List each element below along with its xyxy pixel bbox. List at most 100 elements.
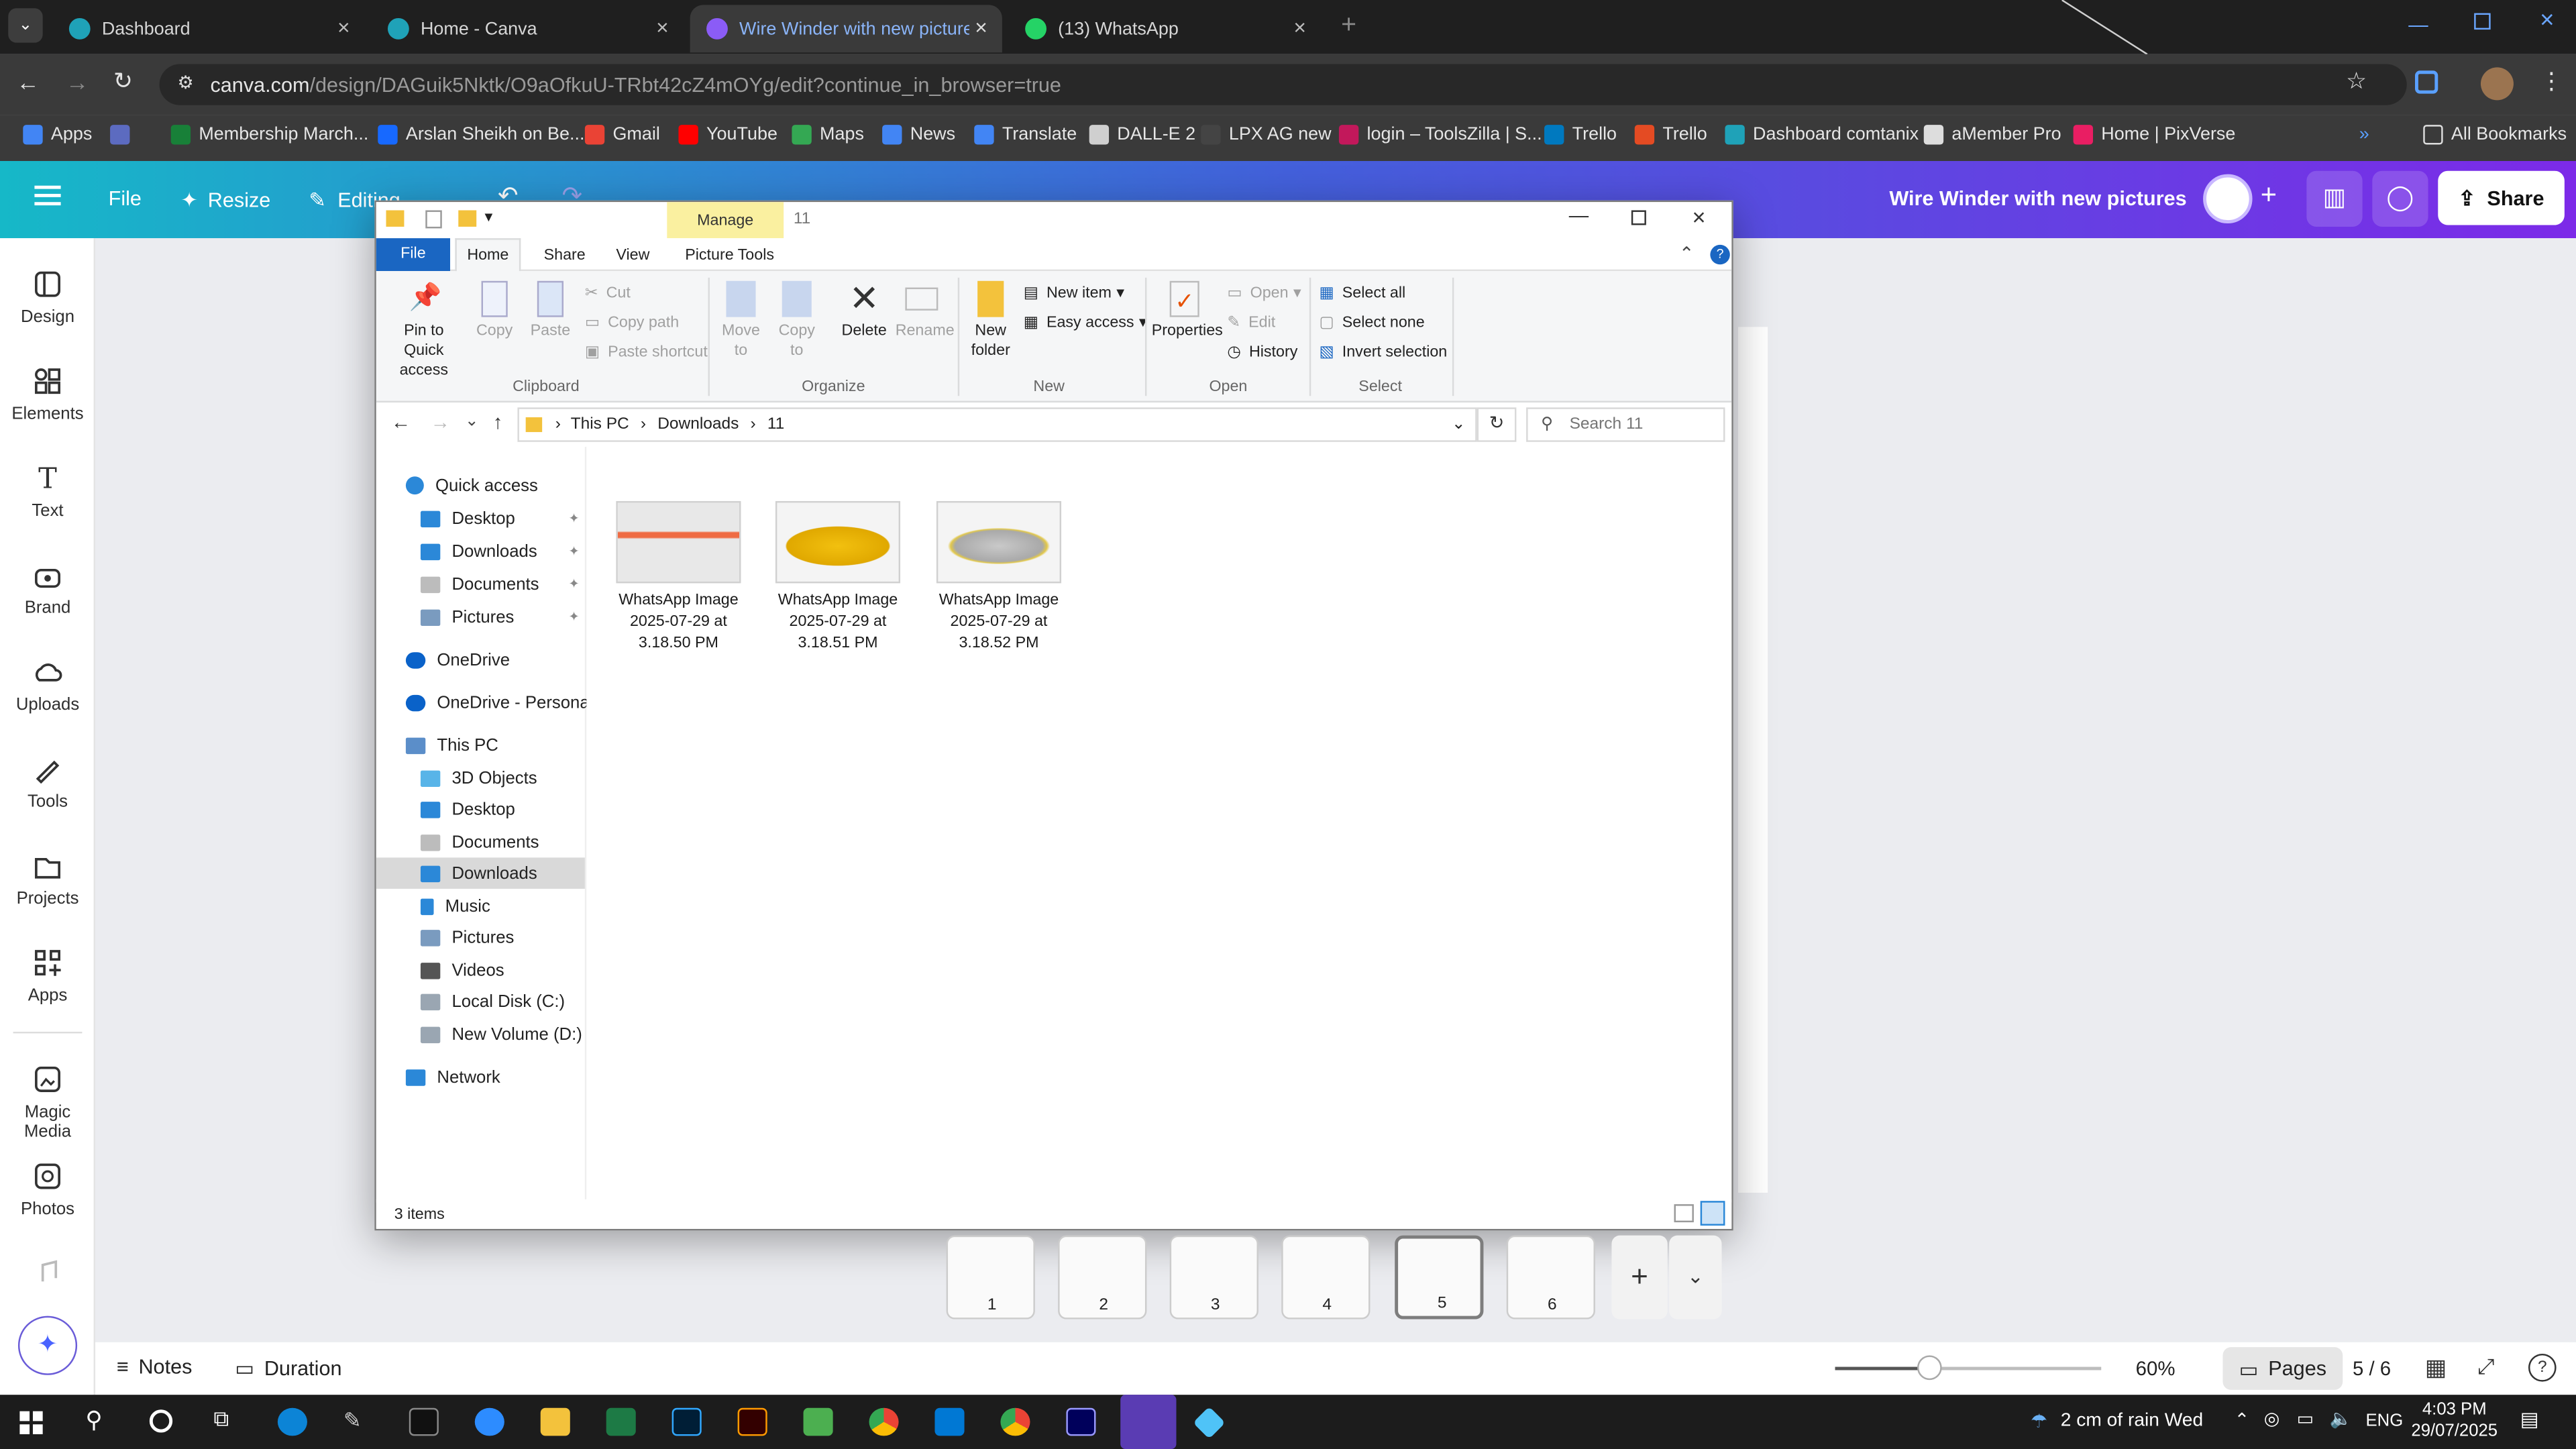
all-bookmarks[interactable]: All Bookmarks [2423, 125, 2567, 145]
pin-quick-access-button[interactable]: 📌 Pin to Quick access [383, 281, 465, 381]
show-hidden-icons[interactable]: ⌃ [2235, 1409, 2250, 1431]
bookmark-pixverse[interactable]: Home | PixVerse [2073, 125, 2235, 145]
bookmark-lpx[interactable]: LPX AG new [1201, 125, 1332, 145]
sidebar-item-text[interactable]: T Text [0, 464, 95, 521]
edit-button[interactable]: ✎ Edit [1227, 314, 1275, 332]
add-collaborator-icon[interactable]: + [2261, 179, 2277, 212]
duration-button[interactable]: ▭ Duration [235, 1355, 341, 1381]
extensions-icon[interactable] [2415, 70, 2438, 94]
share-button[interactable]: ⇪ Share [2438, 170, 2565, 225]
nav-pictures[interactable]: Pictures [420, 922, 514, 953]
restore-window-icon[interactable] [2474, 13, 2491, 30]
sidebar-item-brand[interactable]: Brand [0, 560, 95, 618]
breadcrumb[interactable]: › This PC › Downloads › 11 ⌄ [517, 407, 1477, 442]
pen-app-icon[interactable]: ✎ [343, 1408, 373, 1436]
invert-selection-button[interactable]: ▧ Invert selection [1320, 343, 1448, 362]
premiere-icon[interactable] [1066, 1407, 1096, 1436]
address-dropdown-icon[interactable]: ⌄ [1452, 416, 1466, 434]
copy-to-button[interactable]: Copy to [773, 280, 820, 362]
up-arrow-icon[interactable]: ↑ [493, 411, 503, 433]
reload-icon[interactable]: ↻ [113, 67, 133, 95]
nav-local-disk-c[interactable]: Local Disk (C:) [420, 985, 565, 1017]
new-folder-button[interactable]: New folder [967, 280, 1014, 362]
close-tab-icon[interactable]: × [656, 15, 669, 40]
insights-avatar[interactable] [2203, 174, 2253, 224]
forward-icon[interactable]: → [66, 69, 89, 95]
page-thumb-1[interactable]: 1 [946, 1235, 1035, 1320]
edge-icon[interactable] [277, 1407, 307, 1436]
blue-app-icon[interactable] [1193, 1406, 1226, 1440]
recent-locations-icon[interactable]: ⌄ [465, 413, 479, 431]
close-tab-icon[interactable]: × [1293, 15, 1306, 40]
copy-button[interactable]: Copy [472, 280, 518, 340]
page-thumb-4[interactable]: 4 [1281, 1235, 1371, 1320]
delete-button[interactable]: ✕ Delete [837, 280, 892, 340]
zoom-app-icon[interactable] [474, 1407, 504, 1436]
resize-button[interactable]: ✦ Resize [180, 187, 270, 212]
address-bar[interactable]: ⚙ canva.com/design/DAGuik5Nktk/O9aOfkuU-… [159, 64, 2407, 105]
copy-path-button[interactable]: ▭ Copy path [585, 314, 679, 332]
easy-access-button[interactable]: ▦ Easy access ▾ [1024, 314, 1147, 332]
file-explorer-taskbar-icon[interactable] [540, 1407, 570, 1436]
search-input[interactable] [1569, 415, 1701, 434]
select-none-button[interactable]: ▢ Select none [1320, 314, 1425, 332]
tab-view[interactable]: View [616, 246, 649, 264]
zoom-slider-track[interactable] [1835, 1366, 2102, 1371]
minimize-icon[interactable]: — [1569, 204, 1589, 227]
sidebar-item-photos[interactable]: Photos [0, 1161, 95, 1219]
teams-icon[interactable] [1120, 1395, 1177, 1449]
breadcrumb-11[interactable]: 11 [767, 416, 784, 434]
bookmark-comtanix[interactable]: Dashboard comtanix [1725, 125, 1919, 145]
bookmark-youtube[interactable]: YouTube [678, 125, 777, 145]
network-status-icon[interactable]: ▭ [2297, 1408, 2314, 1429]
close-tab-icon[interactable]: × [975, 15, 987, 40]
properties-quick-icon[interactable] [425, 210, 442, 229]
minimize-window-icon[interactable]: — [2408, 13, 2428, 36]
breadcrumb-this-pc[interactable]: This PC [571, 416, 629, 434]
bookmark-gmail[interactable]: Gmail [584, 125, 660, 145]
open-button[interactable]: ▭ Open ▾ [1227, 284, 1301, 303]
bookmark-star-icon[interactable]: ☆ [2346, 67, 2367, 95]
nav-music[interactable]: Music [420, 890, 490, 922]
file-item[interactable]: WhatsApp Image 2025-07-29 at 3.18.52 PM [923, 500, 1074, 654]
design-page-edge[interactable] [1738, 327, 1768, 1193]
green-app-icon[interactable] [803, 1407, 833, 1436]
zoom-percent[interactable]: 60% [2136, 1357, 2176, 1380]
close-tab-icon[interactable]: × [337, 15, 350, 40]
bookmark-amember[interactable]: aMember Pro [1923, 125, 2061, 145]
site-info-icon[interactable]: ⚙ [177, 72, 193, 93]
paste-button[interactable]: Paste [527, 280, 574, 340]
bookmark-maps[interactable]: Maps [792, 125, 864, 145]
bookmark-membership[interactable]: Membership March... [170, 125, 369, 145]
history-button[interactable]: ◷ History [1227, 343, 1297, 362]
notifications-icon[interactable]: ▤ [2520, 1408, 2539, 1431]
refresh-button[interactable]: ↻ [1477, 407, 1517, 442]
design-title[interactable]: Wire Winder with new pictures [1889, 187, 2186, 210]
grid-view-icon[interactable]: ▦ [2425, 1354, 2447, 1382]
paste-shortcut-button[interactable]: ▣ Paste shortcut [585, 343, 708, 362]
bookmark-trello-2[interactable]: Trello [1634, 125, 1707, 145]
close-icon[interactable]: × [1692, 204, 1705, 230]
browser-tab-home-canva[interactable]: Home - Canva × [371, 5, 683, 52]
clock[interactable]: 4:03 PM 29/07/2025 [2408, 1400, 2500, 1443]
profile-avatar[interactable] [2480, 67, 2514, 101]
cut-button[interactable]: ✂ Cut [585, 284, 631, 303]
collapse-ribbon-icon[interactable]: ⌃ [1679, 243, 1695, 264]
weather-widget[interactable]: ☂ 2 cm of rain Wed [2031, 1409, 2203, 1433]
bookmark-apps[interactable]: Apps [23, 125, 92, 145]
task-view-icon[interactable]: ⧉ [213, 1406, 229, 1432]
nav-network[interactable]: Network [405, 1061, 500, 1093]
nav-onedrive[interactable]: OneDrive [405, 644, 510, 676]
browser-tab-wire-winder[interactable]: Wire Winder with new pictures × [690, 5, 1002, 53]
nav-this-pc[interactable]: This PC [405, 729, 498, 761]
new-folder-quick-icon[interactable] [458, 210, 477, 227]
illustrator-icon[interactable] [737, 1407, 767, 1436]
search-box[interactable]: ⚲ [1526, 407, 1725, 442]
nav-quick-downloads[interactable]: Downloads ✦ [420, 535, 580, 567]
breadcrumb-downloads[interactable]: Downloads [657, 416, 739, 434]
sidebar-item-design[interactable]: Design [0, 270, 95, 327]
properties-button[interactable]: ✓ Properties [1152, 280, 1223, 340]
nav-quick-documents[interactable]: Documents ✦ [420, 568, 580, 600]
qat-dropdown-icon[interactable]: ▾ [484, 209, 492, 227]
nav-quick-pictures[interactable]: Pictures ✦ [420, 601, 580, 633]
